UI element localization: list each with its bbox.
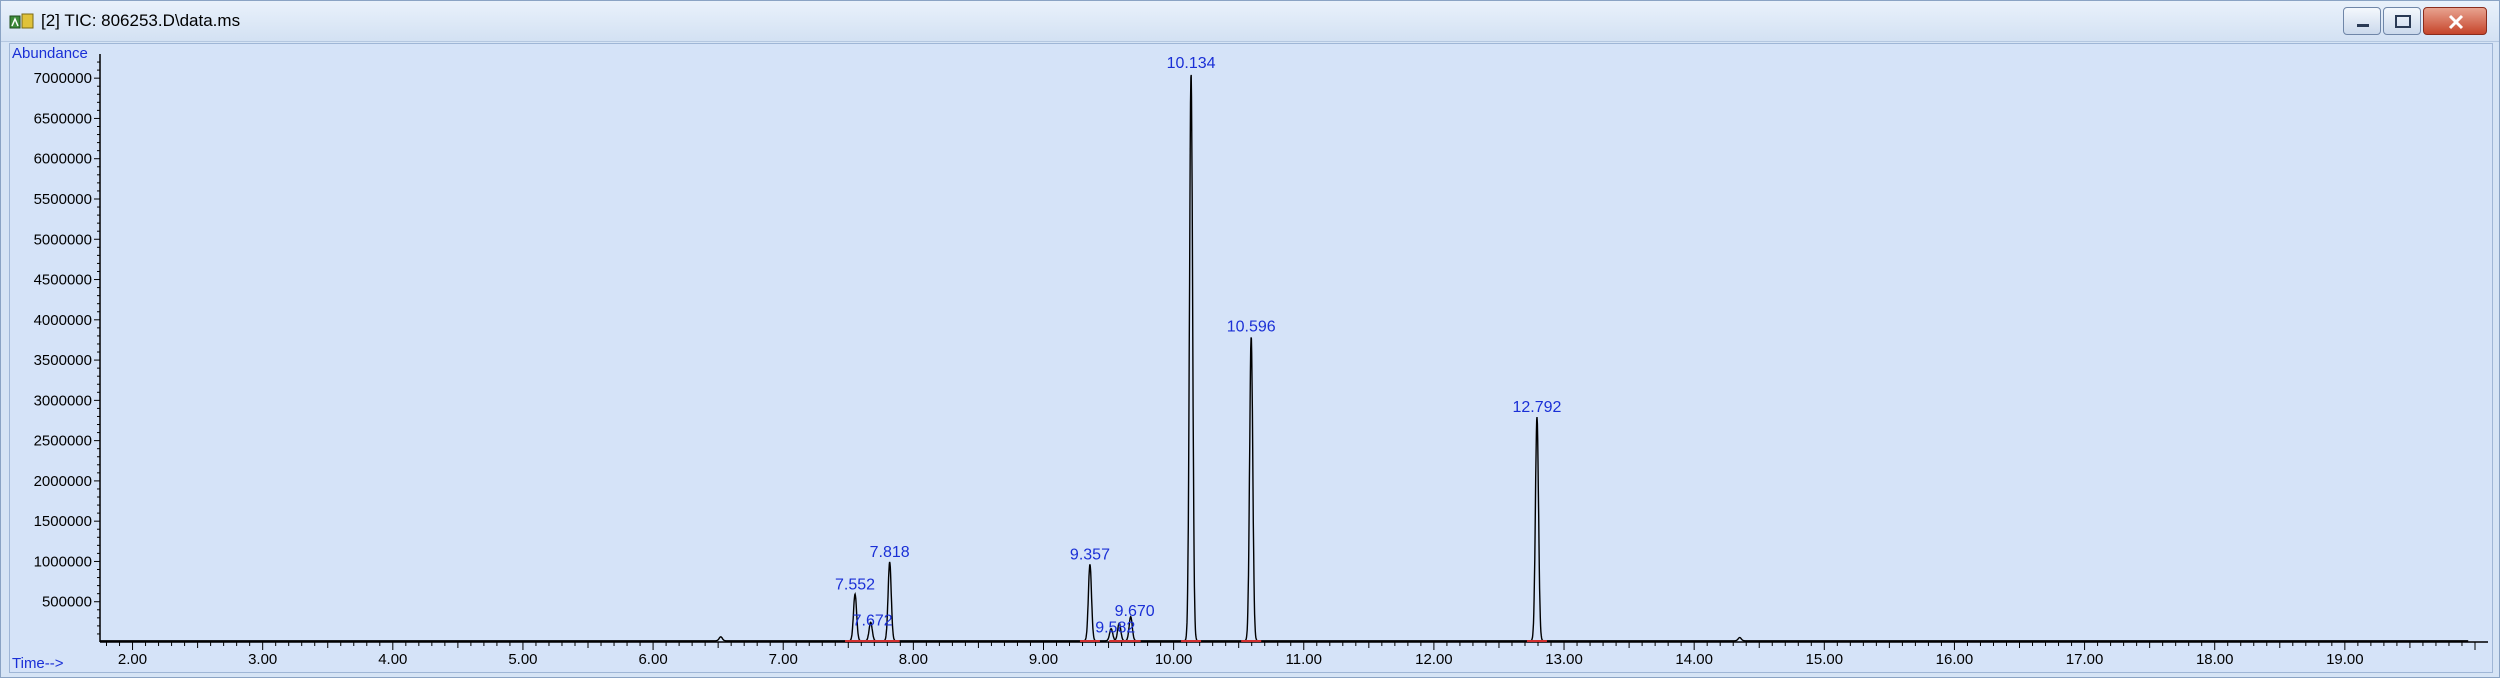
window-title: [2] TIC: 806253.D\data.ms [41,11,241,30]
y-axis-label: Abundance [12,45,88,62]
peak-label: 12.792 [1512,399,1561,416]
y-tick-label: 2500000 [34,433,92,450]
peak-label: 9.670 [1115,603,1155,620]
x-tick-label: 7.00 [769,651,798,668]
x-tick-label: 15.00 [1806,651,1844,668]
peak-label: 7.672 [853,612,893,629]
chart-axes: 500000 1000000 1500000 2000000 2500000 300000… [34,54,2488,668]
y-tick-label: 2000000 [34,473,92,490]
chromatogram-plot[interactable]: 500000 1000000 1500000 2000000 2500000 300000… [9,43,2493,673]
x-tick-label: 16.00 [1936,651,1974,668]
y-tick-label: 5500000 [34,191,92,208]
minimize-button[interactable] [2343,7,2381,35]
y-tick-label: 1000000 [34,553,92,570]
x-tick-label: 4.00 [378,651,407,668]
chart-marks: 7.552 7.672 7.818 9.357 9.5829.670 10.134 10.5… [100,55,2469,642]
tic-chart[interactable]: 500000 1000000 1500000 2000000 2500000 300000… [10,44,2494,674]
x-tick-label: 6.00 [638,651,667,668]
x-tick-label: 9.00 [1029,651,1058,668]
y-tick-label: 7000000 [34,70,92,87]
x-axis-label: Time--> [12,655,64,672]
x-tick-label: 14.00 [1675,651,1713,668]
close-icon [2448,14,2464,30]
x-tick-label: 12.00 [1415,651,1453,668]
peak-label: 9.582 [1095,619,1135,636]
y-tick-label: 5000000 [34,231,92,248]
peak-label: 10.134 [1167,55,1216,72]
y-tick-label: 1500000 [34,513,92,530]
peak-label: 7.818 [870,544,910,561]
x-tick-label: 5.00 [508,651,537,668]
y-tick-label: 4500000 [34,272,92,289]
tic-trace [100,74,2469,642]
maximize-button[interactable] [2383,7,2421,35]
x-tick-label: 10.00 [1155,651,1193,668]
x-tick-label: 2.00 [118,651,147,668]
y-tick-label: 3500000 [34,352,92,369]
minimize-icon [2357,24,2369,27]
chromatogram-window: [2] TIC: 806253.D\data.ms 500000 1000000 1… [0,0,2500,678]
peak-label: 7.552 [835,576,875,593]
x-tick-label: 13.00 [1545,651,1583,668]
y-tick-label: 6500000 [34,110,92,127]
y-tick-label: 4000000 [34,312,92,329]
x-tick-label: 19.00 [2326,651,2364,668]
maximize-icon [2395,15,2411,28]
close-button[interactable] [2423,7,2487,35]
y-tick-label: 6000000 [34,151,92,168]
peak-label: 10.596 [1227,319,1276,336]
y-tick-label: 500000 [42,594,92,611]
x-tick-label: 17.00 [2066,651,2104,668]
x-tick-label: 3.00 [248,651,277,668]
y-tick-label: 3000000 [34,392,92,409]
title-bar[interactable]: [2] TIC: 806253.D\data.ms [1,1,2499,42]
x-tick-label: 8.00 [899,651,928,668]
x-tick-label: 11.00 [1286,651,1322,668]
x-tick-label: 18.00 [2196,651,2234,668]
peak-label: 9.357 [1070,546,1110,563]
chemstation-app-icon [9,13,34,29]
